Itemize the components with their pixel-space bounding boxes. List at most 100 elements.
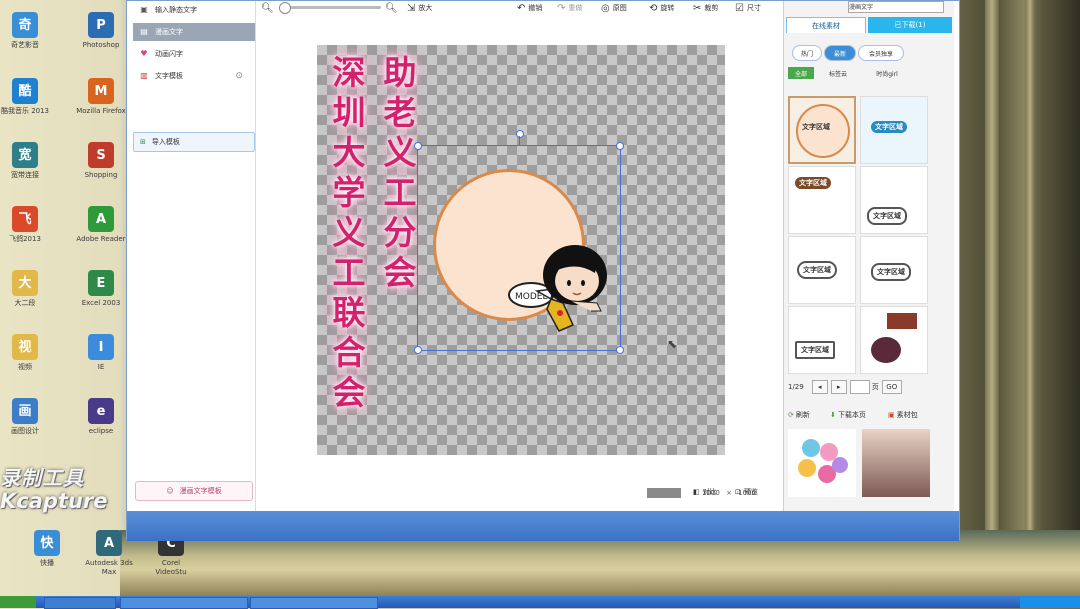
- desktop-icon[interactable]: 奇奇艺影音: [0, 12, 50, 50]
- zoom-in-button[interactable]: 🔍︎: [385, 1, 401, 15]
- pill-hot[interactable]: 热门: [792, 45, 822, 61]
- tile-label: 文字区域: [802, 123, 830, 131]
- desktop-icon[interactable]: I IE: [76, 334, 126, 372]
- pager: 1/29 ◂ ▸ 页 GO: [788, 379, 938, 395]
- desktop-icon[interactable]: 视视频: [0, 334, 50, 372]
- original-button[interactable]: ◎ 原图: [601, 1, 627, 15]
- next-page-button[interactable]: ▸: [830, 380, 847, 394]
- zoom-in-icon: 🔍︎: [385, 2, 398, 14]
- resize-button[interactable]: ☑ 尺寸: [735, 1, 761, 15]
- title-character: 联: [332, 293, 366, 332]
- zoom-out-button[interactable]: 🔍︎: [261, 1, 277, 15]
- refresh-button[interactable]: ⟳ 刷新: [788, 407, 810, 423]
- ad-thumbnail-photo[interactable]: [862, 429, 930, 497]
- desktop-icon[interactable]: e eclipse: [76, 398, 126, 436]
- zoom-slider-knob[interactable]: [279, 2, 291, 14]
- desktop-icon[interactable]: A Adobe Reader: [76, 206, 126, 244]
- left-item-static-text[interactable]: ▣ 输入静态文字: [133, 1, 255, 19]
- tab-downloaded[interactable]: 已下载(1): [868, 17, 952, 33]
- tile-label: 文字区域: [795, 341, 835, 359]
- material-tile[interactable]: [860, 306, 928, 374]
- material-tile[interactable]: 文字区域: [788, 96, 856, 164]
- editing-canvas[interactable]: 深圳大学义工联合会 助老义工分会 MODEL ⬉: [317, 45, 725, 455]
- desktop-icon-label: 快播: [40, 559, 54, 567]
- rotate-handle[interactable]: [516, 130, 524, 138]
- heart-shape: [802, 439, 820, 457]
- desktop-icon[interactable]: 飞飞鸽2013: [0, 206, 50, 244]
- fit-icon: ⇲: [407, 2, 416, 14]
- reader-icon: A: [88, 206, 114, 232]
- rotate-button[interactable]: ⟲ 旋转: [649, 1, 674, 15]
- quick-launch[interactable]: [44, 597, 116, 609]
- undo-button[interactable]: ↶ 撤销: [517, 1, 542, 15]
- taskbar-item[interactable]: [120, 597, 248, 609]
- desktop-icon[interactable]: 宽宽带连接: [0, 142, 50, 180]
- subtab-fashion-girl[interactable]: 时尚girl: [862, 67, 912, 79]
- left-item-flash-text[interactable]: ♥ 动画闪字: [133, 45, 255, 63]
- taskbar-item[interactable]: [250, 597, 378, 609]
- category-select[interactable]: 漫画文字: [848, 1, 944, 13]
- tab-online-materials[interactable]: 在线素材: [786, 17, 866, 33]
- subtab-all[interactable]: 全部: [788, 67, 814, 79]
- redo-button[interactable]: ↷ 重做: [557, 1, 582, 15]
- material-tile[interactable]: 文字区域: [860, 236, 928, 304]
- folder-icon: 大: [12, 270, 38, 296]
- subtab-tag-cloud[interactable]: 标签云: [818, 67, 858, 79]
- taskbar: [0, 596, 1080, 609]
- refresh-label: 刷新: [795, 411, 810, 419]
- redo-label: 重做: [568, 4, 583, 12]
- resize-handle-br[interactable]: [616, 346, 624, 354]
- comic-template-button[interactable]: ☺ 漫画文字模板: [135, 481, 253, 501]
- import-icon: ⊞: [140, 138, 146, 146]
- ad-thumbnail-hearts[interactable]: [788, 429, 856, 497]
- resize-handle-tl[interactable]: [414, 142, 422, 150]
- refresh-icon: ⟳: [788, 411, 794, 419]
- selection-box[interactable]: [414, 130, 624, 354]
- desktop-icon-label: 大二段: [14, 299, 36, 307]
- material-tile[interactable]: 文字区域: [860, 96, 928, 164]
- desktop-icon[interactable]: P Photoshop: [76, 12, 126, 50]
- download-page-button[interactable]: ⬇ 下载本页: [830, 407, 866, 423]
- zoom-fit-button[interactable]: ⇲ 放大: [407, 1, 432, 15]
- go-button[interactable]: GO: [881, 380, 902, 394]
- system-tray: [1020, 596, 1080, 608]
- desktop-icon[interactable]: M Mozilla Firefox: [76, 78, 126, 116]
- pill-vip[interactable]: 会员独享: [858, 45, 904, 61]
- page-input[interactable]: [849, 380, 870, 394]
- left-item-comic-text[interactable]: ▤ 漫画文字: [133, 23, 255, 41]
- resize-handle-bl[interactable]: [414, 346, 422, 354]
- import-template-button[interactable]: ⊞ 导入模板: [133, 132, 255, 152]
- pill-newest[interactable]: 最新: [824, 45, 856, 61]
- prev-page-button[interactable]: ◂: [811, 380, 828, 394]
- compare-button[interactable]: ◧ 对比: [693, 487, 717, 497]
- subtab-label: 时尚girl: [876, 70, 898, 78]
- material-tile[interactable]: 文字区域: [788, 236, 856, 304]
- kuaibo-icon: 快: [34, 530, 60, 556]
- preview-icon: ⊡: [735, 488, 741, 496]
- resize-handle-tr[interactable]: [616, 142, 624, 150]
- crop-button[interactable]: ✂ 裁剪: [693, 1, 718, 15]
- zoom-slider[interactable]: [279, 2, 381, 14]
- undo-icon: ↶: [517, 2, 526, 14]
- desktop-icon[interactable]: S Shopping: [76, 142, 126, 180]
- desktop-icon[interactable]: 酷酷我音乐 2013: [0, 78, 50, 116]
- preview-button[interactable]: ⊡ 预览: [735, 487, 758, 497]
- page-unit: 页: [871, 383, 879, 391]
- material-tile[interactable]: 文字区域: [788, 306, 856, 374]
- qiyi-icon: 奇: [12, 12, 38, 38]
- desktop-icon[interactable]: 大大二段: [0, 270, 50, 308]
- material-tile[interactable]: 文字区域: [788, 166, 856, 234]
- title-column-2[interactable]: 助老义工分会: [380, 53, 420, 293]
- desktop-icon-label: eclipse: [88, 427, 114, 435]
- pill-label: 最新: [833, 50, 846, 58]
- material-tile[interactable]: 文字区域: [860, 166, 928, 234]
- left-item-text-template[interactable]: ▥ 文字模板 ⊙: [133, 67, 255, 85]
- tab-label: 已下载(1): [894, 21, 926, 29]
- title-column-1[interactable]: 深圳大学义工联合会: [329, 53, 369, 413]
- start-button[interactable]: [0, 596, 36, 608]
- info-icon[interactable]: ⊙: [235, 71, 243, 81]
- desktop-icon[interactable]: 快快播: [22, 530, 72, 568]
- desktop-icon[interactable]: E Excel 2003: [76, 270, 126, 308]
- material-pack-button[interactable]: ▣ 素材包: [888, 407, 918, 423]
- desktop-icon[interactable]: 画画图设计: [0, 398, 50, 436]
